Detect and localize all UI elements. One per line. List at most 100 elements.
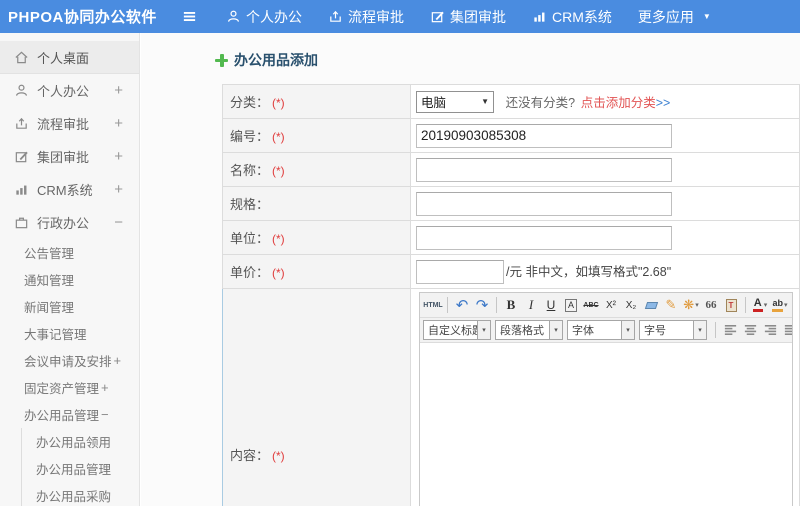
align-left-button[interactable] (720, 320, 740, 340)
sidebar-item-crm-system[interactable]: CRM系统 + (0, 173, 139, 206)
font-size-select[interactable]: 字号 ▾ (639, 320, 707, 340)
paragraph-format-select[interactable]: 段落格式 ▾ (495, 320, 563, 340)
expand-plus-icon[interactable]: + (114, 181, 123, 198)
sidebar-item-supplies-claim[interactable]: 办公用品领用 (21, 428, 139, 455)
superscript-button[interactable]: X² (601, 295, 621, 315)
sidebar-item-supplies-manage[interactable]: 办公用品管理 (21, 455, 139, 482)
hamburger-icon[interactable] (178, 6, 200, 28)
unit-row: 单位： (*) (222, 220, 800, 255)
sidebar-item-personal-office[interactable]: 个人办公 + (0, 74, 139, 107)
field-label: 编号： (230, 129, 270, 144)
justify-button[interactable] (780, 320, 792, 340)
blockquote-button[interactable]: 66 (701, 295, 721, 315)
toolbar-separator (715, 322, 716, 338)
align-center-button[interactable] (740, 320, 760, 340)
toolbar-separator (447, 297, 448, 313)
nav-item-group-approval[interactable]: 集团审批 (430, 7, 506, 27)
sidebar-item-notice-mgmt[interactable]: 通知管理 (0, 266, 139, 293)
nav-item-personal-office[interactable]: 个人办公 (226, 7, 302, 27)
caret-down-icon[interactable]: ▾ (477, 321, 490, 339)
text-border-button[interactable]: A (561, 295, 581, 315)
category-select[interactable]: 电脑 ▼ (416, 90, 494, 113)
sidebar-item-label: 固定资产管理 (24, 382, 100, 396)
sidebar-item-supplies-purchase[interactable]: 办公用品采购 (21, 482, 139, 506)
sidebar-item-office-supplies-mgmt[interactable]: 办公用品管理 − (0, 401, 139, 428)
nav-item-label: 流程审批 (348, 8, 404, 25)
editor-toolbar-row2: 自定义标题▾段落格式▾字体▾字号▾ (420, 318, 792, 343)
font-family-select-label: 字体 (572, 325, 594, 337)
highlight-color-button[interactable]: ab ▾ (770, 295, 790, 315)
caret-down-icon: ▼ (702, 12, 711, 21)
code-value-cell (410, 118, 800, 153)
caret-down-icon[interactable]: ▾ (621, 321, 634, 339)
sidebar-item-meeting-request[interactable]: 会议申请及安排 + (0, 347, 139, 374)
expand-plus-icon[interactable]: + (114, 353, 122, 368)
quick-format-button[interactable]: ❋ ▾ (681, 295, 701, 315)
nav-item-more-apps[interactable]: 更多应用 ▼ (638, 7, 711, 27)
expand-plus-icon[interactable]: + (114, 82, 123, 99)
expand-plus-icon[interactable]: + (114, 115, 123, 132)
html-source-button[interactable]: HTML (423, 295, 443, 315)
page-title-row: 办公用品添加 (215, 50, 800, 70)
sidebar-item-news-mgmt[interactable]: 新闻管理 (0, 293, 139, 320)
font-family-select[interactable]: 字体 ▾ (567, 320, 635, 340)
name-label-cell: 名称： (*) (222, 152, 411, 187)
nav-item-label: 个人办公 (246, 8, 302, 25)
undo-button[interactable]: ↶ (452, 295, 472, 315)
expand-plus-icon[interactable]: + (101, 380, 109, 395)
required-marker: (*) (272, 130, 285, 144)
category-label-cell: 分类： (*) (222, 84, 411, 119)
align-right-button[interactable] (760, 320, 780, 340)
page-title: 办公用品添加 (234, 52, 318, 68)
code-input[interactable] (416, 123, 672, 148)
rich-text-editor: HTML ↶↷ BIUAABCX²X₂ ✎❋▾66T A▾ab▾ 自定义标题▾段落格式▾… (419, 292, 793, 506)
font-color-button[interactable]: A ▾ (750, 295, 770, 315)
sidebar-item-events-mgmt[interactable]: 大事记管理 (0, 320, 139, 347)
expand-plus-icon[interactable]: + (114, 148, 123, 165)
sidebar: 个人桌面 个人办公 + 流程审批 + 集团审批 + CRM系统 + 行政办公 − 公告管理通知管理新闻… (0, 33, 140, 506)
sidebar-item-label: 办公用品管理 (36, 463, 112, 477)
chart-icon (14, 182, 29, 197)
sidebar-item-label: 公告管理 (24, 247, 75, 261)
caret-down-icon[interactable]: ▾ (549, 321, 562, 339)
nav-item-workflow-approval[interactable]: 流程审批 (328, 7, 404, 27)
caret-down-icon[interactable]: ▾ (693, 321, 706, 339)
add-category-link[interactable]: 点击添加分类>> (581, 96, 671, 110)
unit-input[interactable] (416, 225, 672, 250)
italic-button[interactable]: I (521, 295, 541, 315)
sidebar-item-label: 办公用品采购 (36, 490, 112, 504)
category-select-value: 电脑 (421, 96, 447, 110)
collapse-minus-icon[interactable]: − (114, 214, 123, 231)
sidebar-item-fixed-assets-mgmt[interactable]: 固定资产管理 + (0, 374, 139, 401)
nav-item-crm-system[interactable]: CRM系统 (532, 7, 612, 27)
sidebar-item-admin-office[interactable]: 行政办公 − (0, 206, 139, 239)
sidebar-item-announcement-mgmt[interactable]: 公告管理 (0, 239, 139, 266)
subscript-button[interactable]: X₂ (621, 295, 641, 315)
unit-label-cell: 单位： (*) (222, 220, 411, 255)
sidebar-item-personal-desktop[interactable]: 个人桌面 (0, 41, 139, 74)
sidebar-item-label: 通知管理 (24, 274, 75, 288)
nav-item-label: CRM系统 (552, 8, 612, 25)
spec-input[interactable] (416, 191, 672, 216)
price-value-cell: /元 非中文，如填写格式"2.68" (410, 254, 800, 289)
redo-button[interactable]: ↷ (472, 295, 492, 315)
strikethrough-button[interactable]: ABC (581, 295, 601, 315)
format-painter-button[interactable]: ✎ (661, 295, 681, 315)
bold-button[interactable]: B (501, 295, 521, 315)
sidebar-item-workflow-approval[interactable]: 流程审批 + (0, 107, 139, 140)
content-label-cell: 内容： (*) (222, 288, 411, 506)
editor-toolbar-row1: HTML ↶ ↷ B I U A ABC X² X₂ ✎ ❋ ▾ 66 T A ▾ ab ▾ (420, 293, 792, 318)
name-input[interactable] (416, 157, 672, 182)
nav-item-label: 更多应用 (637, 8, 694, 25)
editor-content-area[interactable] (420, 343, 792, 506)
collapse-minus-icon[interactable]: − (101, 407, 109, 422)
custom-heading-select[interactable]: 自定义标题▾ (423, 320, 491, 340)
sidebar-item-group-approval[interactable]: 集团审批 + (0, 140, 139, 173)
underline-button[interactable]: U (541, 295, 561, 315)
required-marker: (*) (272, 164, 285, 178)
price-input[interactable] (416, 259, 504, 284)
name-value-cell (410, 152, 800, 187)
paste-text-button[interactable]: T (721, 295, 741, 315)
remove-format-button[interactable] (641, 295, 661, 315)
sidebar-item-label: CRM系统 (37, 183, 93, 198)
